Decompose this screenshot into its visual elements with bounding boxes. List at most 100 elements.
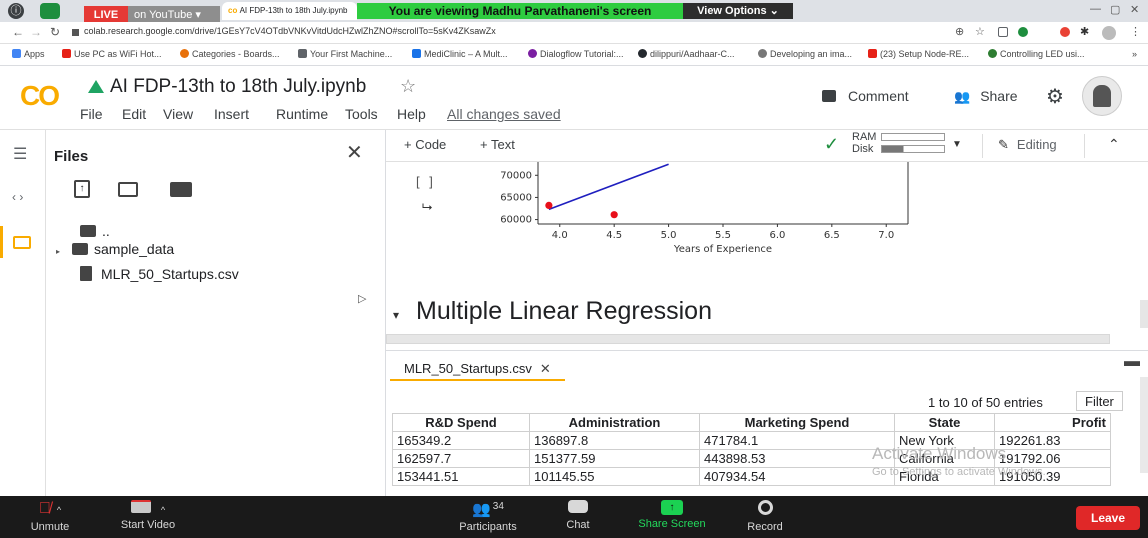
video-caret-icon[interactable]: ^ bbox=[161, 505, 165, 515]
table-scrollbar[interactable] bbox=[1140, 377, 1148, 473]
add-text-button[interactable]: + Text bbox=[480, 137, 515, 152]
bookmark-item[interactable]: (23) Setup Node-RE... bbox=[868, 49, 969, 59]
bookmark-item[interactable]: dilippuri/Aadhaar-C... bbox=[638, 49, 735, 59]
bookmark-item[interactable]: MediClinic – A Mult... bbox=[412, 49, 508, 59]
parent-folder-item[interactable]: .. bbox=[80, 223, 110, 239]
more-bookmarks-icon[interactable]: » bbox=[1132, 49, 1137, 59]
upload-icon[interactable]: ↑ bbox=[74, 180, 90, 198]
menu-edit[interactable]: Edit bbox=[122, 106, 146, 122]
menu-file[interactable]: File bbox=[80, 106, 103, 122]
section-collapse-icon[interactable]: ▾ bbox=[393, 308, 399, 322]
notebook-title[interactable]: AI FDP-13th to 18th July.ipynb bbox=[110, 76, 366, 98]
extension-icon-2[interactable] bbox=[1018, 27, 1028, 37]
profile-icon[interactable] bbox=[1102, 26, 1116, 40]
bookmark-label: Dialogflow Tutorial:... bbox=[540, 49, 624, 59]
back-icon[interactable]: ← bbox=[12, 25, 24, 39]
horizontal-scrollbar[interactable] bbox=[386, 334, 1110, 344]
refresh-folder-icon[interactable] bbox=[118, 182, 138, 197]
start-video-button[interactable]: ^ Start Video bbox=[108, 500, 188, 531]
regression-plot: 4.0 4.5 5.0 5.5 6.0 6.5 7.0 60000 65000 70000 Year… bbox=[500, 162, 909, 255]
column-header[interactable]: Administration bbox=[529, 413, 700, 432]
share-screen-button[interactable]: ↑ Share Screen bbox=[630, 500, 714, 530]
resources-indicator[interactable]: RAM Disk bbox=[852, 131, 946, 155]
settings-gear-icon[interactable]: ⚙ bbox=[1046, 84, 1064, 109]
table-cell: 192261.83 bbox=[994, 431, 1111, 450]
bookmark-item[interactable]: Dialogflow Tutorial:... bbox=[528, 49, 624, 59]
github-icon bbox=[638, 49, 647, 58]
sample-data-folder[interactable]: ▸ sample_data bbox=[56, 241, 174, 257]
screen-share-banner: You are viewing Madhu Parvathaneni's scr… bbox=[357, 3, 683, 19]
bookmark-item[interactable]: Controlling LED usi... bbox=[988, 49, 1085, 59]
entries-count: 1 to 10 of 50 entries bbox=[928, 395, 1043, 410]
zoom-icon[interactable]: ⊕ bbox=[955, 25, 964, 38]
minimize-icon[interactable]: — bbox=[1090, 3, 1101, 15]
muted-mic-icon: 🎙̸ bbox=[38, 500, 51, 517]
share-button[interactable]: 👥 Share bbox=[954, 88, 1018, 105]
comment-label: Comment bbox=[848, 88, 909, 104]
y-tick-label: 60000 bbox=[500, 215, 532, 226]
x-tick-label: 6.5 bbox=[824, 230, 840, 241]
save-status-link[interactable]: All changes saved bbox=[447, 106, 561, 122]
browser-menu-icon[interactable]: ⋮ bbox=[1130, 25, 1141, 38]
colab-logo[interactable]: CO bbox=[20, 80, 60, 112]
close-tab-icon[interactable]: ✕ bbox=[540, 361, 551, 376]
reload-icon[interactable]: ↻ bbox=[50, 25, 60, 39]
csv-file-item[interactable]: MLR_50_Startups.csv bbox=[80, 266, 239, 282]
code-snippets-icon[interactable]: ‹ › bbox=[12, 190, 23, 204]
bookmark-item[interactable]: Use PC as WiFi Hot... bbox=[62, 49, 162, 59]
led-icon bbox=[988, 49, 997, 58]
menu-view[interactable]: View bbox=[163, 106, 193, 122]
bookmark-star-icon[interactable]: ☆ bbox=[975, 25, 985, 38]
url-field[interactable]: colab.research.google.com/drive/1GEsY7cV… bbox=[84, 26, 496, 36]
editing-mode-button[interactable]: ✎ Editing bbox=[998, 137, 1057, 153]
cell-run-brackets[interactable]: [ ] bbox=[416, 174, 436, 189]
user-avatar[interactable] bbox=[1082, 76, 1122, 116]
column-header[interactable]: Marketing Spend bbox=[699, 413, 895, 432]
forward-icon[interactable]: → bbox=[30, 25, 42, 39]
close-window-icon[interactable]: ✕ bbox=[1130, 3, 1139, 16]
vertical-scrollbar[interactable] bbox=[1140, 300, 1148, 328]
expand-chevron-icon[interactable]: ▸ bbox=[56, 247, 60, 256]
maximize-icon[interactable]: ▢ bbox=[1110, 3, 1120, 16]
column-header[interactable]: State bbox=[894, 413, 995, 432]
record-button[interactable]: Record bbox=[740, 500, 790, 533]
bookmark-apps[interactable]: Apps bbox=[12, 49, 45, 59]
menu-tools[interactable]: Tools bbox=[345, 106, 378, 122]
bookmark-label: Use PC as WiFi Hot... bbox=[74, 49, 162, 59]
column-header[interactable]: R&D Spend bbox=[392, 413, 530, 432]
extension-icon-3[interactable] bbox=[1060, 27, 1070, 37]
menu-insert[interactable]: Insert bbox=[214, 106, 249, 122]
menu-help[interactable]: Help bbox=[397, 106, 426, 122]
extensions-puzzle-icon[interactable]: ✱ bbox=[1080, 25, 1089, 38]
bookmark-item[interactable]: Categories - Boards... bbox=[180, 49, 280, 59]
folder-icon[interactable] bbox=[13, 236, 31, 249]
comment-button[interactable]: Comment bbox=[822, 88, 909, 104]
extension-icon-1[interactable] bbox=[998, 27, 1008, 37]
shield-icon[interactable] bbox=[40, 3, 60, 19]
toc-icon[interactable]: ☰ bbox=[13, 144, 27, 164]
bookmark-item[interactable]: Developing an ima... bbox=[758, 49, 852, 59]
unmute-caret-icon[interactable]: ^ bbox=[57, 505, 61, 515]
menu-runtime[interactable]: Runtime bbox=[276, 106, 328, 122]
close-sidebar-icon[interactable]: ✕ bbox=[346, 140, 363, 165]
filter-button[interactable]: Filter bbox=[1076, 391, 1123, 411]
view-options-button[interactable]: View Options ⌄ bbox=[683, 3, 793, 19]
connected-check-icon: ✓ bbox=[824, 134, 840, 154]
csv-tab[interactable]: MLR_50_Startups.csv ✕ bbox=[390, 351, 565, 381]
bookmark-label: (23) Setup Node-RE... bbox=[880, 49, 970, 59]
mount-drive-icon[interactable] bbox=[170, 182, 192, 197]
column-header[interactable]: Profit bbox=[994, 413, 1111, 432]
leave-button[interactable]: Leave bbox=[1076, 506, 1140, 530]
resources-dropdown-icon[interactable]: ▼ bbox=[952, 139, 962, 150]
collapse-header-icon[interactable]: ⌃ bbox=[1108, 136, 1120, 153]
add-code-button[interactable]: + Code bbox=[404, 137, 446, 152]
x-tick-label: 4.0 bbox=[552, 230, 568, 241]
colab-tab[interactable]: co AI FDP-13th to 18th July.ipynb bbox=[222, 2, 357, 20]
info-icon[interactable]: ⓘ bbox=[8, 3, 24, 19]
unmute-button[interactable]: 🎙̸ ^ Unmute bbox=[20, 500, 80, 533]
star-icon[interactable]: ☆ bbox=[400, 76, 416, 97]
bookmark-item[interactable]: Your First Machine... bbox=[298, 49, 392, 59]
participants-button[interactable]: 👥 34 Participants bbox=[446, 500, 530, 533]
chat-button[interactable]: Chat bbox=[556, 500, 600, 531]
panel-menu-icon[interactable]: ▬ bbox=[1124, 353, 1140, 371]
